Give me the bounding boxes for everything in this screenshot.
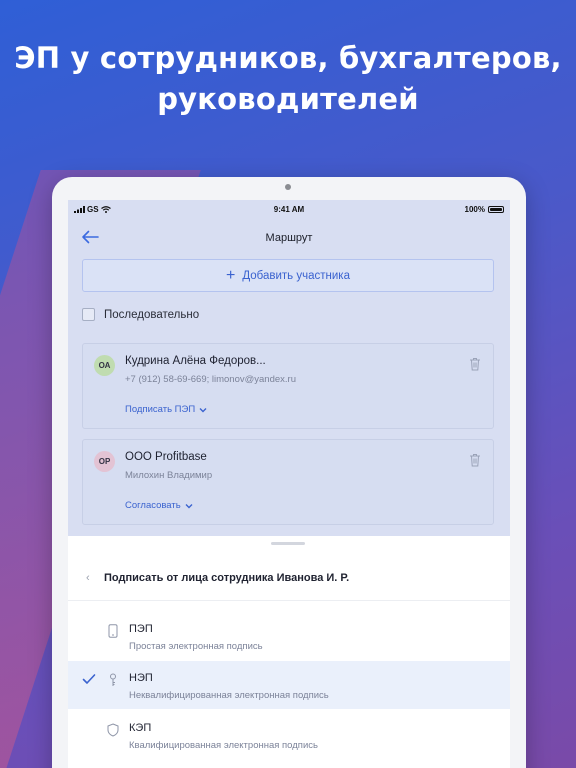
option-title: ПЭП xyxy=(129,623,153,635)
phone-icon xyxy=(108,624,118,638)
battery-icon xyxy=(488,206,504,213)
signature-option-pep[interactable]: ПЭП Простая электронная подпись xyxy=(68,612,510,660)
sheet-drag-handle[interactable] xyxy=(271,542,305,545)
signature-option-kep[interactable]: КЭП Квалифицированная электронная подпис… xyxy=(68,711,510,759)
avatar: ОА xyxy=(94,355,115,376)
sequential-row: Последовательно xyxy=(82,308,199,321)
participant-name: Кудрина Алёна Федоров... xyxy=(125,355,266,367)
option-title: НЭП xyxy=(129,672,153,684)
dimmed-route-screen: GS 9:41 AM 100% Маршрут + Добавить участ… xyxy=(68,200,510,536)
trash-icon[interactable] xyxy=(469,453,481,467)
participant-action-label: Согласовать xyxy=(125,500,181,511)
avatar: ОР xyxy=(94,451,115,472)
participant-action-dropdown[interactable]: Подписать ПЭП xyxy=(125,404,207,415)
headline-line-1: ЭП у сотрудников, бухгалтеров, xyxy=(14,41,562,75)
camera-dot xyxy=(285,184,291,190)
checkmark-icon xyxy=(82,674,96,684)
status-right: 100% xyxy=(465,205,504,214)
participant-details: +7 (912) 58-69-669; limonov@yandex.ru xyxy=(125,374,296,385)
chevron-down-icon xyxy=(185,503,193,508)
participant-action-label: Подписать ПЭП xyxy=(125,404,196,415)
chevron-left-icon[interactable]: ‹ xyxy=(86,572,90,584)
plus-icon: + xyxy=(226,266,236,284)
participant-details: Милохин Владимир xyxy=(125,470,213,481)
add-participant-button[interactable]: + Добавить участника xyxy=(82,259,494,292)
sequential-label: Последовательно xyxy=(104,308,200,321)
headline-line-2: руководителей xyxy=(157,82,419,116)
status-time: 9:41 AM xyxy=(273,205,305,214)
signature-option-nep[interactable]: НЭП Неквалифицированная электронная подп… xyxy=(68,661,510,709)
shield-icon xyxy=(107,723,119,737)
sheet-header: ‹ Подписать от лица сотрудника Иванова И… xyxy=(68,557,510,601)
option-title: КЭП xyxy=(129,722,152,734)
key-icon xyxy=(110,673,116,686)
promo-headline: ЭП у сотрудников, бухгалтеров, руководит… xyxy=(0,38,576,120)
sheet-title: Подписать от лица сотрудника Иванова И. … xyxy=(104,572,350,584)
option-subtitle: Неквалифицированная электронная подпись xyxy=(129,690,329,701)
trash-icon[interactable] xyxy=(469,357,481,371)
participant-card: ОР ООО Profitbase Милохин Владимир Согла… xyxy=(82,439,494,525)
tablet-frame: GS 9:41 AM 100% Маршрут + Добавить участ… xyxy=(52,177,526,768)
nav-bar: Маршрут xyxy=(68,218,510,258)
participant-card: ОА Кудрина Алёна Федоров... +7 (912) 58-… xyxy=(82,343,494,429)
option-subtitle: Простая электронная подпись xyxy=(129,641,263,652)
status-bar: GS 9:41 AM 100% xyxy=(68,200,510,218)
participant-action-dropdown[interactable]: Согласовать xyxy=(125,500,193,511)
option-subtitle: Квалифицированная электронная подпись xyxy=(129,740,318,751)
participant-name: ООО Profitbase xyxy=(125,451,207,463)
sequential-checkbox[interactable] xyxy=(82,308,95,321)
app-screen: GS 9:41 AM 100% Маршрут + Добавить участ… xyxy=(68,200,510,768)
battery-percent: 100% xyxy=(464,205,485,214)
add-participant-label: Добавить участника xyxy=(242,269,350,282)
page-title: Маршрут xyxy=(265,232,313,244)
chevron-down-icon xyxy=(199,407,207,412)
